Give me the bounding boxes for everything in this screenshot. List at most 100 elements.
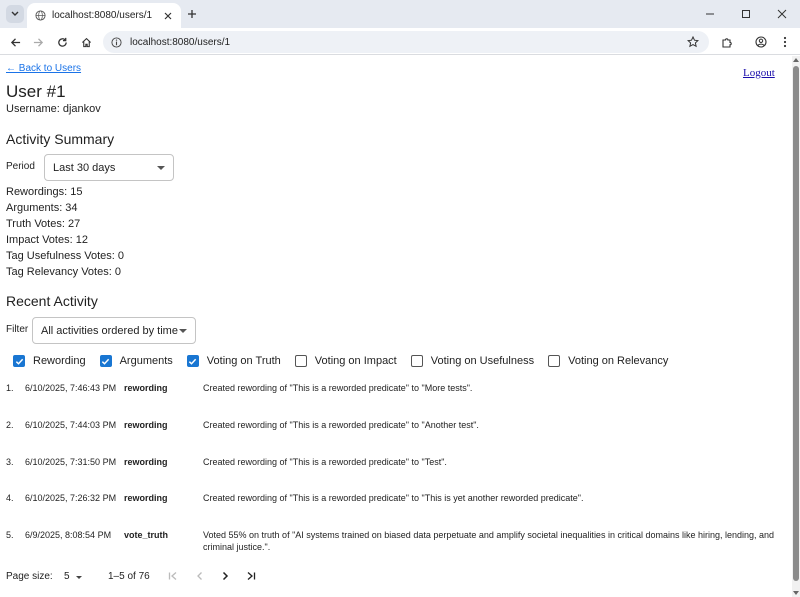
reload-icon bbox=[57, 37, 67, 47]
checkbox-checked-icon[interactable] bbox=[186, 355, 199, 367]
window-controls bbox=[692, 0, 800, 28]
row-number: 3. bbox=[6, 457, 14, 467]
tab-search-button[interactable] bbox=[6, 5, 24, 23]
first-page-icon bbox=[168, 572, 177, 580]
first-page-button[interactable] bbox=[166, 569, 180, 583]
period-select-value: Last 30 days bbox=[53, 161, 116, 174]
checkbox-voting-on-usefulness[interactable]: Voting on Usefulness bbox=[410, 355, 535, 367]
checkbox-arguments[interactable]: Arguments bbox=[99, 355, 173, 367]
chevron-left-icon bbox=[197, 572, 202, 580]
activity-summary-heading: Activity Summary bbox=[6, 131, 115, 147]
row-number: 2. bbox=[6, 420, 14, 430]
minimize-icon bbox=[706, 13, 714, 15]
more-vertical-icon bbox=[783, 36, 787, 48]
filter-label: Filter bbox=[6, 324, 29, 335]
chevron-right-icon bbox=[222, 571, 229, 581]
checkbox-label: Voting on Impact bbox=[314, 355, 397, 367]
row-timestamp: 6/9/2025, 8:08:54 PM bbox=[25, 530, 112, 540]
scroll-down-arrow-icon[interactable] bbox=[793, 591, 799, 595]
filter-select[interactable]: All activities ordered by time bbox=[32, 317, 196, 344]
checkbox-label: Voting on Usefulness bbox=[430, 355, 535, 367]
caret-down-icon[interactable] bbox=[76, 576, 82, 579]
last-page-button[interactable] bbox=[244, 569, 258, 583]
close-icon bbox=[164, 12, 172, 19]
arrow-right-icon bbox=[33, 37, 43, 47]
recent-activity-heading: Recent Activity bbox=[6, 293, 98, 309]
browser-menu-button[interactable] bbox=[776, 33, 794, 51]
row-number: 4. bbox=[6, 493, 14, 503]
browser-toolbar bbox=[0, 28, 800, 55]
reload-button[interactable] bbox=[53, 33, 71, 51]
checkbox-unchecked-icon[interactable] bbox=[548, 355, 561, 367]
back-button[interactable] bbox=[6, 33, 24, 51]
back-to-users-link[interactable]: ← Back to Users bbox=[6, 63, 81, 74]
checkbox-voting-on-truth[interactable]: Voting on Truth bbox=[186, 355, 281, 367]
checkbox-checked-icon[interactable] bbox=[13, 355, 25, 367]
profile-button[interactable] bbox=[752, 33, 770, 51]
row-timestamp: 6/10/2025, 7:46:43 PM bbox=[25, 383, 117, 393]
extensions-button[interactable] bbox=[718, 33, 736, 51]
row-type: rewording bbox=[124, 493, 168, 503]
row-description: Created rewording of "This is a reworded… bbox=[203, 420, 479, 430]
home-icon bbox=[81, 37, 91, 47]
activity-type-filters: Rewording Arguments Voting on Truth Voti… bbox=[13, 355, 682, 367]
stat-arguments: Arguments: 34 bbox=[6, 202, 78, 214]
checkbox-unchecked-icon[interactable] bbox=[410, 355, 423, 367]
url-input[interactable] bbox=[130, 36, 709, 48]
row-type: rewording bbox=[124, 457, 168, 467]
stat-tag-usefulness-votes: Tag Usefulness Votes: 0 bbox=[6, 250, 125, 262]
close-window-button[interactable] bbox=[764, 0, 800, 28]
maximize-icon bbox=[742, 10, 750, 18]
site-info-icon[interactable] bbox=[111, 36, 122, 48]
period-label: Period bbox=[6, 161, 35, 172]
pagination: Page size: 5 1–5 of 76 bbox=[6, 569, 266, 585]
star-icon bbox=[687, 36, 699, 48]
scrollbar-thumb[interactable] bbox=[793, 66, 799, 581]
tab-title: localhost:8080/users/1 bbox=[52, 10, 153, 21]
period-select[interactable]: Last 30 days bbox=[44, 154, 174, 181]
address-bar[interactable] bbox=[103, 31, 709, 53]
new-tab-button[interactable] bbox=[184, 6, 200, 22]
next-page-button[interactable] bbox=[218, 569, 232, 583]
row-number: 5. bbox=[6, 530, 14, 540]
close-icon bbox=[777, 9, 787, 19]
page-size-select[interactable]: 5 bbox=[64, 571, 70, 582]
stat-truth-votes: Truth Votes: 27 bbox=[6, 218, 81, 230]
checkbox-label: Rewording bbox=[33, 355, 86, 367]
checkbox-checked-icon[interactable] bbox=[99, 355, 112, 367]
row-description: Created rewording of "This is a reworded… bbox=[203, 383, 473, 393]
row-timestamp: 6/10/2025, 7:44:03 PM bbox=[25, 420, 117, 430]
page-range: 1–5 of 76 bbox=[108, 571, 150, 582]
tab-close-button[interactable] bbox=[161, 9, 175, 23]
checkbox-voting-on-relevancy[interactable]: Voting on Relevancy bbox=[548, 355, 668, 367]
puzzle-icon bbox=[722, 38, 732, 48]
caret-down-icon bbox=[179, 329, 187, 333]
arrow-left-icon bbox=[10, 37, 20, 47]
home-button[interactable] bbox=[77, 33, 95, 51]
row-description: Voted 55% on truth of "AI systems traine… bbox=[203, 530, 775, 552]
checkbox-label: Voting on Truth bbox=[206, 355, 281, 367]
row-type: rewording bbox=[124, 420, 168, 430]
row-description: Created rewording of "This is a reworded… bbox=[203, 457, 447, 467]
checkbox-unchecked-icon[interactable] bbox=[294, 355, 307, 367]
minimize-button[interactable] bbox=[692, 0, 728, 28]
row-timestamp: 6/10/2025, 7:26:32 PM bbox=[25, 493, 117, 503]
maximize-button[interactable] bbox=[728, 0, 764, 28]
caret-down-icon bbox=[157, 166, 165, 170]
bookmark-button[interactable] bbox=[685, 34, 701, 50]
scroll-up-arrow-icon[interactable] bbox=[793, 58, 799, 62]
forward-button[interactable] bbox=[29, 33, 47, 51]
row-type: rewording bbox=[124, 383, 168, 393]
browser-tab[interactable]: localhost:8080/users/1 bbox=[27, 3, 181, 28]
last-page-icon bbox=[247, 572, 256, 580]
checkbox-voting-on-impact[interactable]: Voting on Impact bbox=[294, 355, 397, 367]
checkbox-rewording[interactable]: Rewording bbox=[13, 355, 86, 367]
logout-link[interactable]: Logout bbox=[743, 67, 775, 79]
chevron-down-icon bbox=[11, 11, 19, 16]
checkbox-label: Arguments bbox=[119, 355, 173, 367]
previous-page-button[interactable] bbox=[193, 569, 207, 583]
page-scrollbar[interactable] bbox=[792, 56, 800, 597]
stat-tag-relevancy-votes: Tag Relevancy Votes: 0 bbox=[6, 266, 121, 278]
row-timestamp: 6/10/2025, 7:31:50 PM bbox=[25, 457, 117, 467]
account-icon bbox=[755, 36, 767, 48]
